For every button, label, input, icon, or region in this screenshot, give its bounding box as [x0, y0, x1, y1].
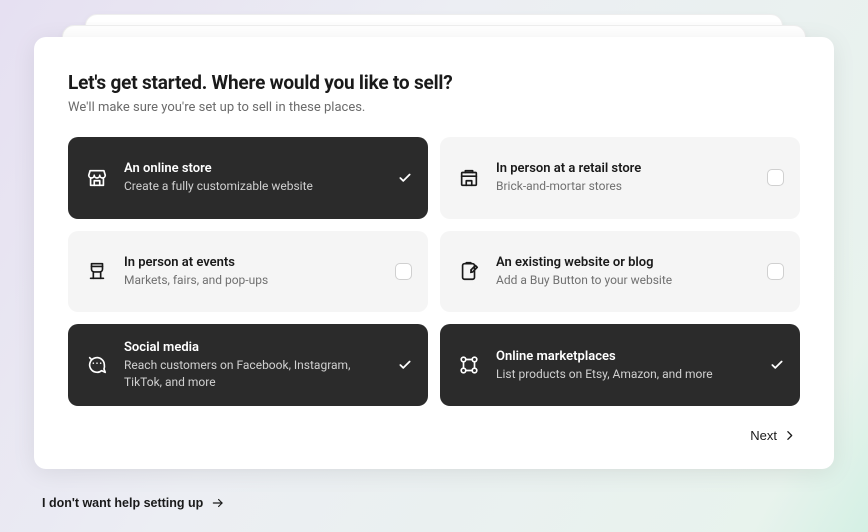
skip-setup-link[interactable]: I don't want help setting up — [42, 496, 225, 510]
arrow-right-icon — [211, 496, 225, 510]
option-retail-store[interactable]: In person at a retail store Brick-and-mo… — [440, 137, 800, 219]
option-title: An existing website or blog — [496, 255, 751, 270]
next-label: Next — [750, 428, 777, 443]
option-desc: List products on Etsy, Amazon, and more — [496, 366, 754, 382]
nodes-icon — [458, 354, 480, 376]
check-icon — [398, 358, 412, 372]
option-events[interactable]: In person at events Markets, fairs, and … — [68, 231, 428, 313]
option-desc: Brick-and-mortar stores — [496, 178, 751, 194]
option-title: An online store — [124, 161, 382, 176]
option-title: Online marketplaces — [496, 349, 754, 364]
options-grid: An online store Create a fully customiza… — [68, 137, 800, 406]
chevron-right-icon — [783, 429, 796, 442]
store-icon — [86, 167, 108, 189]
option-social-media[interactable]: Social media Reach customers on Facebook… — [68, 324, 428, 406]
checkbox[interactable] — [395, 263, 412, 280]
option-text: In person at events Markets, fairs, and … — [124, 255, 379, 288]
skip-label: I don't want help setting up — [42, 496, 203, 510]
next-button[interactable]: Next — [746, 422, 800, 449]
card-footer: Next — [68, 406, 800, 449]
building-icon — [458, 167, 480, 189]
option-desc: Markets, fairs, and pop-ups — [124, 272, 379, 288]
option-existing-site[interactable]: An existing website or blog Add a Buy Bu… — [440, 231, 800, 313]
chat-icon — [86, 354, 108, 376]
check-icon — [770, 358, 784, 372]
option-title: In person at a retail store — [496, 161, 751, 176]
option-marketplaces[interactable]: Online marketplaces List products on Ets… — [440, 324, 800, 406]
option-online-store[interactable]: An online store Create a fully customiza… — [68, 137, 428, 219]
option-text: Online marketplaces List products on Ets… — [496, 349, 754, 382]
option-text: In person at a retail store Brick-and-mo… — [496, 161, 751, 194]
option-desc: Create a fully customizable website — [124, 178, 382, 194]
option-title: In person at events — [124, 255, 379, 270]
option-text: Social media Reach customers on Facebook… — [124, 340, 382, 389]
option-text: An online store Create a fully customiza… — [124, 161, 382, 194]
stall-icon — [86, 260, 108, 282]
option-text: An existing website or blog Add a Buy Bu… — [496, 255, 751, 288]
option-desc: Add a Buy Button to your website — [496, 272, 751, 288]
clipboard-icon — [458, 260, 480, 282]
option-title: Social media — [124, 340, 382, 355]
onboarding-card: Let's get started. Where would you like … — [34, 37, 834, 469]
checkbox[interactable] — [767, 263, 784, 280]
option-desc: Reach customers on Facebook, Instagram, … — [124, 357, 382, 389]
check-icon — [398, 171, 412, 185]
checkbox[interactable] — [767, 169, 784, 186]
page-subtitle: We'll make sure you're set up to sell in… — [68, 100, 800, 115]
page-title: Let's get started. Where would you like … — [68, 71, 800, 94]
